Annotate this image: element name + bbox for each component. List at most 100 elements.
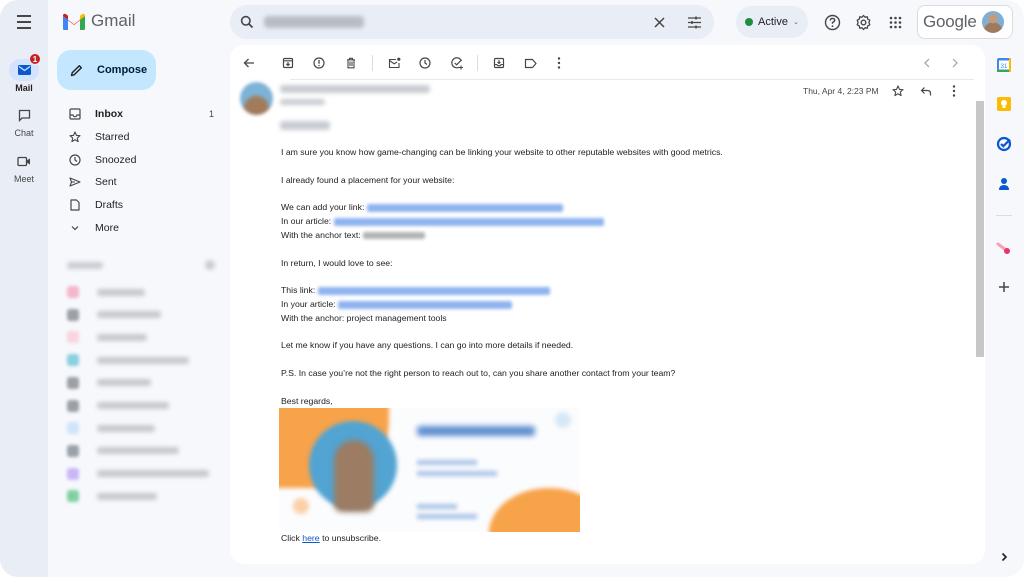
sender-avatar[interactable] [240,82,273,115]
body-label: This link: [281,285,316,295]
keep-button[interactable] [996,96,1012,112]
gmail-logo[interactable]: Gmail [63,11,135,31]
more-options-button[interactable] [550,54,568,72]
add-task-button[interactable] [448,54,466,72]
scrollbar[interactable] [976,101,984,357]
nav-label: Sent [95,176,117,189]
app-name: Gmail [91,11,136,30]
rail-label: Chat [14,128,34,138]
label-color-icon [67,399,79,412]
label-item[interactable] [67,285,145,299]
app-rail: 1 Mail Chat Meet [0,0,48,577]
nav-item-drafts[interactable]: Drafts [57,194,227,217]
label-name-blurred [97,379,151,387]
body-paragraph: I am sure you know how game-changing can… [281,147,723,157]
plus-icon [999,282,1009,292]
apps-button[interactable] [885,12,905,32]
move-to-button[interactable] [490,54,508,72]
link-blurred[interactable] [366,203,563,212]
label-item[interactable] [67,353,189,367]
move-to-icon [493,57,505,69]
label-item[interactable] [67,444,179,458]
status-selector[interactable]: Active ⌄ [736,6,808,38]
message-more-button[interactable] [946,83,962,99]
unread-badge: 1 [29,53,41,65]
label-name-blurred [97,356,189,364]
label-color-icon [67,422,79,435]
tasks-icon [996,136,1012,152]
label-item[interactable] [67,308,161,322]
label-item[interactable] [67,489,157,503]
recipient-blurred[interactable] [280,99,325,105]
labels-button[interactable] [521,54,539,72]
rail-item-meet[interactable]: Meet [0,150,48,184]
archive-button[interactable] [279,54,297,72]
inbox-icon [69,108,81,120]
label-name-blurred [97,402,169,409]
search-query-blurred[interactable] [264,16,364,28]
rail-item-mail[interactable]: 1 Mail [0,53,48,93]
label-item[interactable] [67,376,151,390]
hamburger-line [17,21,31,23]
tasks-button[interactable] [996,136,1012,152]
calendar-button[interactable]: 31 [996,57,1012,73]
help-icon [824,14,840,30]
nav-label: Snoozed [95,153,137,166]
report-spam-button[interactable] [310,54,328,72]
message-view: Thu, Apr 4, 2:23 PM I am sure you know h… [230,45,985,564]
unsubscribe-link[interactable]: here [302,533,319,543]
get-addons-button[interactable] [996,279,1012,295]
nav-item-starred[interactable]: Starred [57,126,227,149]
main-menu-button[interactable] [12,12,36,32]
label-item[interactable] [67,399,169,413]
chevron-right-icon [952,58,958,68]
help-button[interactable] [822,12,842,32]
mail-icon [17,65,31,75]
link-blurred[interactable] [333,217,604,226]
more-vert-icon [952,85,956,97]
show-side-panel-button[interactable] [996,549,1012,565]
mark-unread-button[interactable] [385,54,403,72]
nav-item-more[interactable]: More [57,216,227,239]
draft-icon [70,199,80,211]
tune-icon [688,16,701,28]
apps-grid-icon [889,16,901,28]
label-item[interactable] [67,467,209,481]
body-label: In your article: [281,299,336,309]
settings-button[interactable] [853,12,873,32]
keep-icon [997,97,1011,111]
nav-item-sent[interactable]: Sent [57,171,227,194]
compose-label: Compose [97,64,148,76]
gmail-m-icon [63,13,85,30]
link-blurred[interactable] [317,286,550,295]
label-color-icon [67,490,79,503]
close-icon [654,16,665,28]
account-button[interactable]: Google [917,5,1013,39]
label-item[interactable] [67,330,147,344]
newer-button[interactable] [918,54,936,72]
nav-item-snoozed[interactable]: Snoozed [57,148,227,171]
older-button[interactable] [946,54,964,72]
search-options-button[interactable] [687,16,702,29]
sender-name-blurred[interactable] [280,85,430,93]
label-item[interactable] [67,421,155,435]
add-label-button[interactable] [205,260,215,270]
reply-button[interactable] [918,83,934,99]
gmail-window: 1 Mail Chat Meet Gmail Compose Inbox 1 S… [0,0,1024,577]
search-bar[interactable] [230,5,714,39]
link-blurred[interactable] [337,300,512,309]
rail-label: Meet [13,174,34,184]
label-color-icon [67,286,79,298]
back-button[interactable] [240,54,258,72]
gear-icon [856,14,870,30]
nav-item-inbox[interactable]: Inbox 1 [57,103,227,126]
contacts-button[interactable] [996,176,1012,192]
clear-search-button[interactable] [654,16,665,28]
delete-button[interactable] [342,54,360,72]
snooze-button[interactable] [416,54,434,72]
rail-item-chat[interactable]: Chat [0,104,48,138]
label-icon [524,58,537,68]
addon-button[interactable] [996,240,1012,256]
star-button[interactable] [890,83,906,99]
compose-button[interactable]: Compose [57,50,156,90]
